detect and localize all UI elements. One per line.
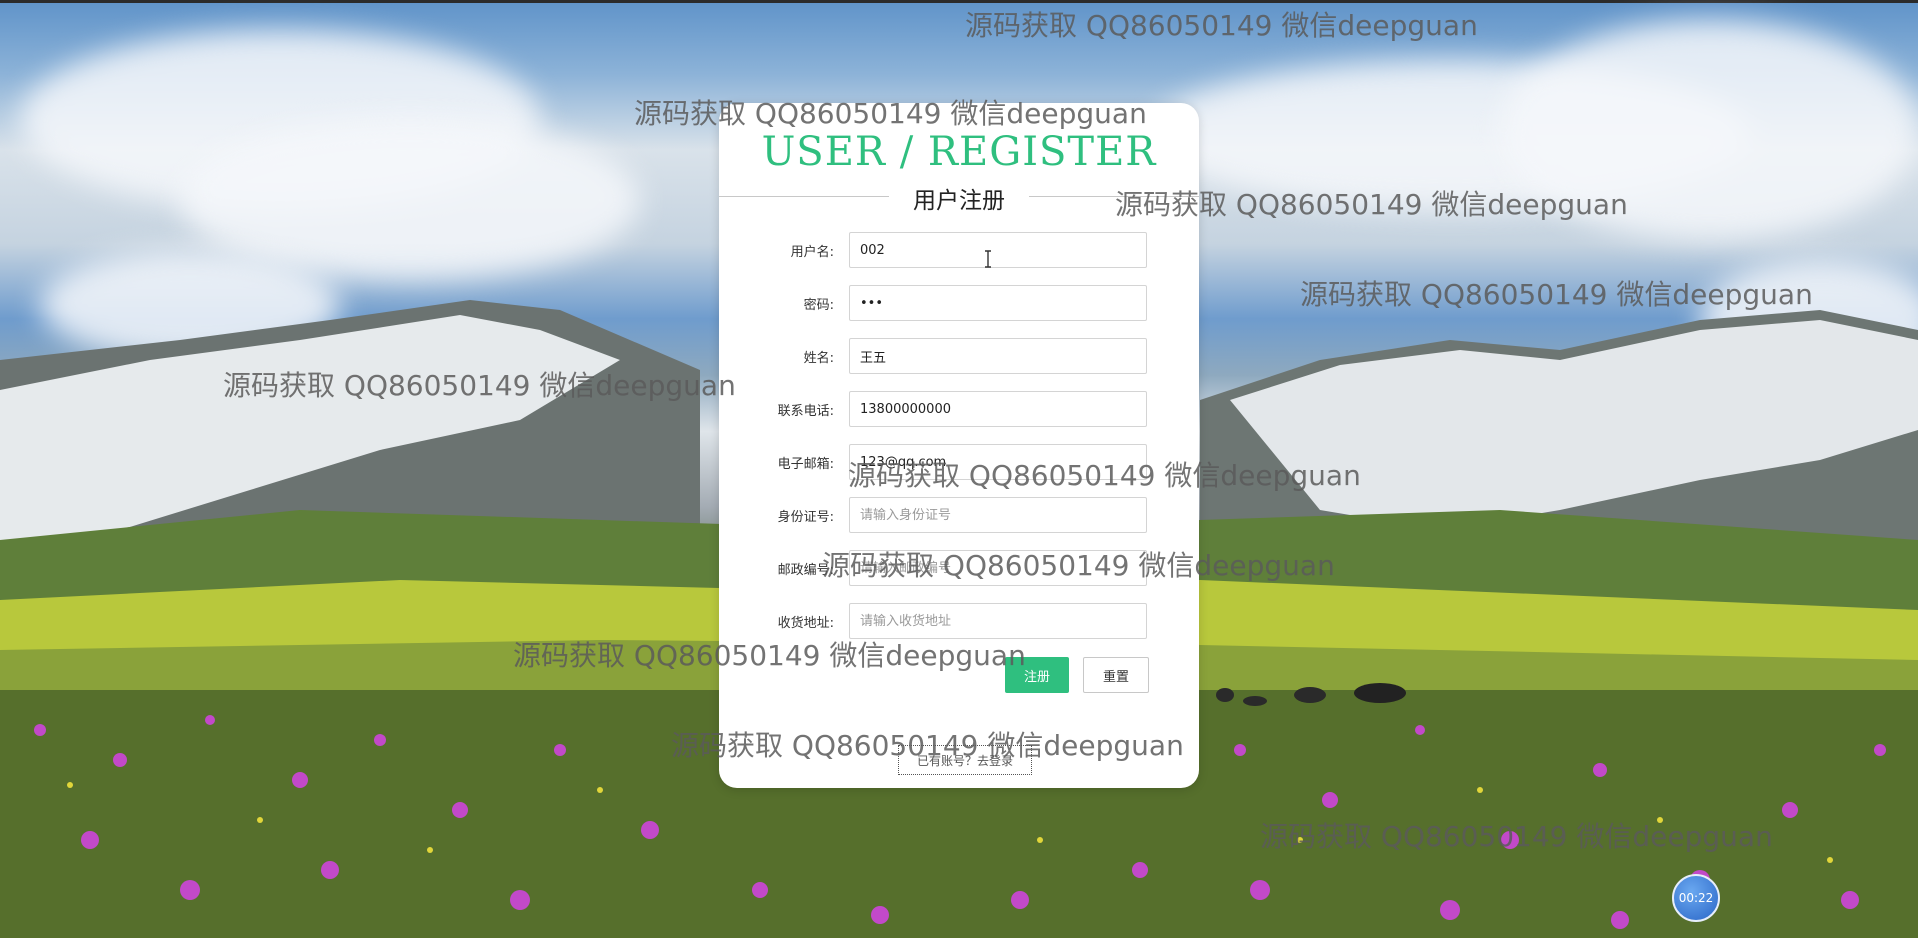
form-row-address: 收货地址: [719, 603, 1199, 641]
name-input[interactable] [849, 338, 1147, 374]
register-card: USER / REGISTER 用户注册 用户名: 密码: 姓名: 联系电话: … [719, 103, 1199, 788]
idcard-label: 身份证号: [777, 510, 834, 525]
postcode-input[interactable] [849, 550, 1147, 586]
top-border [0, 0, 1918, 3]
address-input[interactable] [849, 603, 1147, 639]
name-label: 姓名: [803, 351, 834, 366]
background-scene: USER / REGISTER 用户注册 用户名: 密码: 姓名: 联系电话: … [0, 0, 1918, 938]
postcode-label: 邮政编号: [777, 563, 834, 578]
form-row-username: 用户名: [719, 232, 1199, 270]
password-input[interactable] [849, 285, 1147, 321]
recording-timer[interactable]: 00:22 [1672, 874, 1720, 922]
watermark: 源码获取 QQ86050149 微信deepguan [965, 9, 1478, 42]
form-row-postcode: 邮政编号: [719, 550, 1199, 588]
card-subtitle: 用户注册 [719, 181, 1199, 215]
reset-button[interactable]: 重置 [1083, 657, 1149, 693]
form-row-password: 密码: [719, 285, 1199, 323]
username-input[interactable] [849, 232, 1147, 268]
username-label: 用户名: [790, 245, 834, 260]
yak-silhouettes [1216, 683, 1406, 706]
email-input[interactable] [849, 444, 1147, 480]
idcard-input[interactable] [849, 497, 1147, 533]
card-subtitle-text: 用户注册 [901, 188, 1017, 214]
form-row-phone: 联系电话: [719, 391, 1199, 429]
form-row-name: 姓名: [719, 338, 1199, 376]
phone-input[interactable] [849, 391, 1147, 427]
form-row-idcard: 身份证号: [719, 497, 1199, 535]
card-title: USER / REGISTER [761, 129, 1157, 175]
form-row-email: 电子邮箱: [719, 444, 1199, 482]
go-login-link[interactable]: 已有账号？去登录 [898, 745, 1032, 775]
email-label: 电子邮箱: [777, 457, 834, 472]
phone-label: 联系电话: [777, 404, 834, 419]
register-button[interactable]: 注册 [1005, 657, 1069, 693]
address-label: 收货地址: [777, 616, 834, 631]
cloud [1500, 20, 1918, 240]
text-cursor-icon [985, 250, 991, 268]
password-label: 密码: [803, 298, 834, 313]
